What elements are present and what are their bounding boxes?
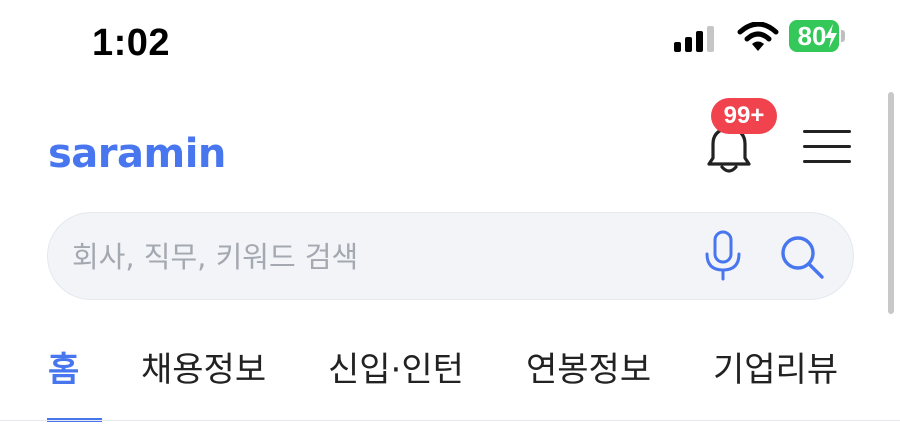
search-input[interactable] <box>70 213 674 301</box>
tab-newcomer-intern[interactable]: 신입·인턴 <box>328 342 464 391</box>
saramin-logo[interactable]: saramin <box>48 131 226 177</box>
signal-icon <box>674 26 714 52</box>
battery-cap <box>841 30 845 42</box>
tab-divider <box>0 420 900 421</box>
search-bar[interactable] <box>47 212 854 301</box>
scrollbar[interactable] <box>888 92 894 314</box>
tab-salary-info[interactable]: 연봉정보 <box>526 342 651 391</box>
mic-icon[interactable] <box>703 230 743 282</box>
wifi-icon <box>737 22 779 51</box>
tab-job-info[interactable]: 채용정보 <box>141 342 266 391</box>
menu-icon[interactable] <box>803 129 851 165</box>
charging-icon <box>825 24 837 48</box>
notification-badge: 99+ <box>711 98 777 134</box>
tab-company-review[interactable]: 기업리뷰 <box>713 342 838 391</box>
search-icon[interactable] <box>778 233 826 281</box>
status-time: 1:02 <box>92 22 171 64</box>
battery-icon: 80 <box>789 20 845 52</box>
tab-home[interactable]: 홈 <box>48 342 79 391</box>
